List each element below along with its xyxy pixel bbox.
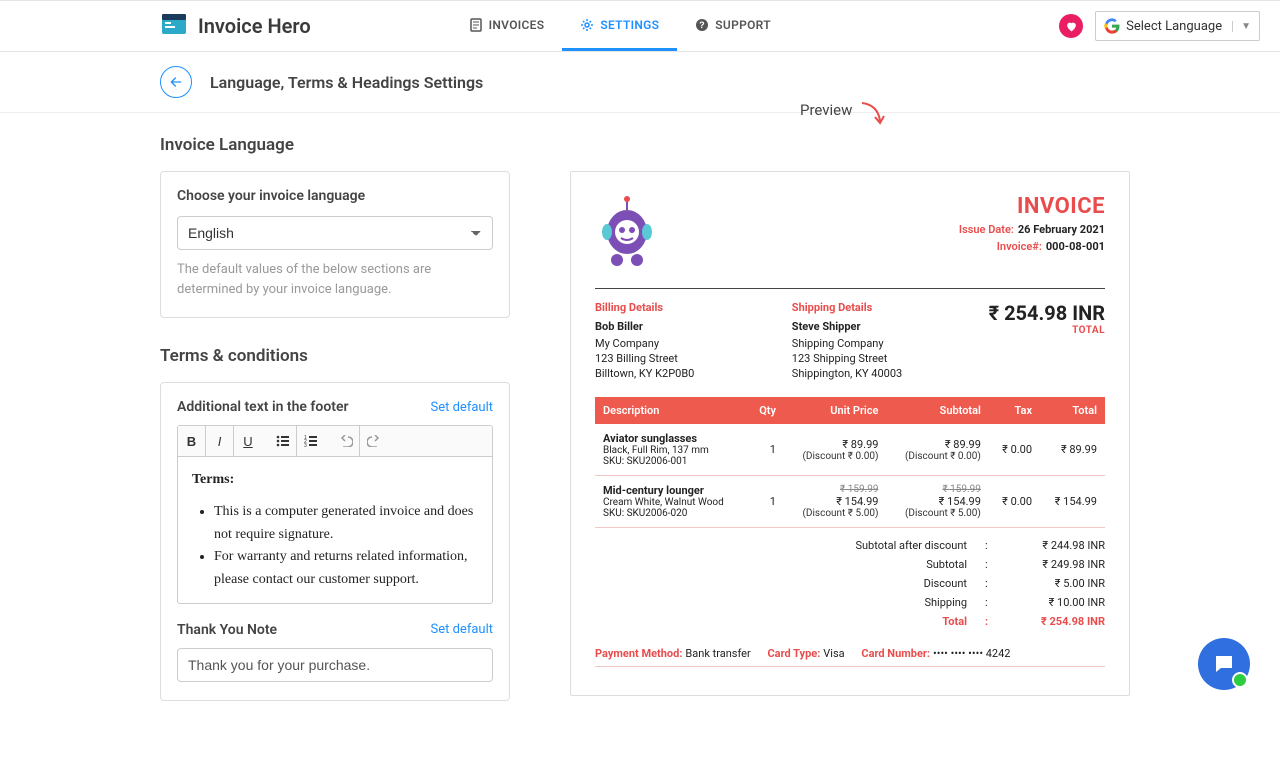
- invoice-title: INVOICE: [959, 194, 1105, 219]
- rich-text-editor: B I U 123 Terms: Th: [177, 425, 493, 604]
- invoice-logo-icon: [595, 194, 659, 274]
- bold-button[interactable]: B: [178, 426, 206, 456]
- brand: Invoice Hero: [160, 12, 311, 40]
- page-header: Language, Terms & Headings Settings: [0, 52, 1280, 113]
- tab-support[interactable]: ? SUPPORT: [677, 1, 789, 51]
- shipping-details: Shipping Details Steve Shipper Shipping …: [792, 301, 942, 381]
- page-title: Language, Terms & Headings Settings: [210, 73, 483, 92]
- table-row: Aviator sunglassesBlack, Full Rim, 137 m…: [595, 424, 1105, 476]
- arrow-left-icon: [168, 74, 184, 90]
- support-icon: ?: [695, 18, 709, 32]
- preview-arrow-icon: [858, 99, 888, 133]
- language-card: Choose your invoice language English The…: [160, 171, 510, 318]
- preview-label: Preview: [800, 101, 852, 119]
- brand-title: Invoice Hero: [198, 14, 311, 38]
- terms-card: Additional text in the footer Set defaul…: [160, 382, 510, 701]
- language-select[interactable]: English: [177, 216, 493, 250]
- chat-icon: [1212, 652, 1236, 676]
- chevron-down-icon: ▼: [1232, 21, 1251, 32]
- payment-line: Payment Method:Bank transfer Card Type:V…: [595, 647, 1105, 667]
- bullet-list-button[interactable]: [269, 426, 297, 456]
- svg-text:?: ?: [699, 20, 705, 30]
- main-tabs: INVOICES SETTINGS ? SUPPORT: [451, 1, 789, 51]
- top-right: Select Language ▼: [1059, 11, 1260, 41]
- back-button[interactable]: [160, 66, 192, 98]
- thank-you-input[interactable]: [177, 648, 493, 682]
- tab-settings[interactable]: SETTINGS: [562, 1, 677, 51]
- language-selector[interactable]: Select Language ▼: [1095, 11, 1260, 41]
- footer-text-label: Additional text in the footer: [177, 399, 349, 415]
- choose-language-label: Choose your invoice language: [177, 188, 493, 204]
- invoice-language-heading: Invoice Language: [160, 135, 510, 155]
- settings-icon: [580, 18, 594, 32]
- editor-toolbar: B I U 123: [178, 426, 492, 457]
- chat-button[interactable]: [1198, 638, 1250, 690]
- line-items-table: Description Qty Unit Price Subtotal Tax …: [595, 397, 1105, 528]
- undo-button[interactable]: [332, 426, 360, 456]
- invoices-icon: [469, 18, 483, 32]
- redo-button[interactable]: [360, 426, 388, 456]
- google-translate-icon: [1104, 18, 1120, 34]
- svg-text:3: 3: [304, 443, 307, 447]
- top-nav: Invoice Hero INVOICES SETTINGS ? SUPPORT…: [0, 0, 1280, 52]
- editor-body[interactable]: Terms: This is a computer generated invo…: [178, 457, 492, 603]
- billing-details: Billing Details Bob Biller My Company 12…: [595, 301, 745, 381]
- language-helper-text: The default values of the below sections…: [177, 260, 493, 299]
- terms-heading: Terms & conditions: [160, 346, 510, 366]
- tab-invoices[interactable]: INVOICES: [451, 1, 563, 51]
- invoice-summary: Subtotal after discount:₹ 244.98 INR Sub…: [595, 536, 1105, 631]
- set-default-footer-link[interactable]: Set default: [431, 400, 494, 415]
- thank-you-label: Thank You Note: [177, 622, 277, 638]
- invoice-preview: INVOICE Issue Date:26 February 2021 Invo…: [570, 171, 1130, 696]
- underline-button[interactable]: U: [234, 426, 262, 456]
- set-default-thankyou-link[interactable]: Set default: [431, 622, 494, 637]
- heart-icon: [1065, 20, 1078, 33]
- invoice-grand-total: ₹ 254.98 INR TOTAL: [989, 301, 1105, 381]
- italic-button[interactable]: I: [206, 426, 234, 456]
- table-row: Mid-century loungerCream White, Walnut W…: [595, 476, 1105, 528]
- brand-logo-icon: [160, 12, 188, 40]
- numbered-list-button[interactable]: 123: [297, 426, 325, 456]
- favorite-button[interactable]: [1059, 14, 1083, 38]
